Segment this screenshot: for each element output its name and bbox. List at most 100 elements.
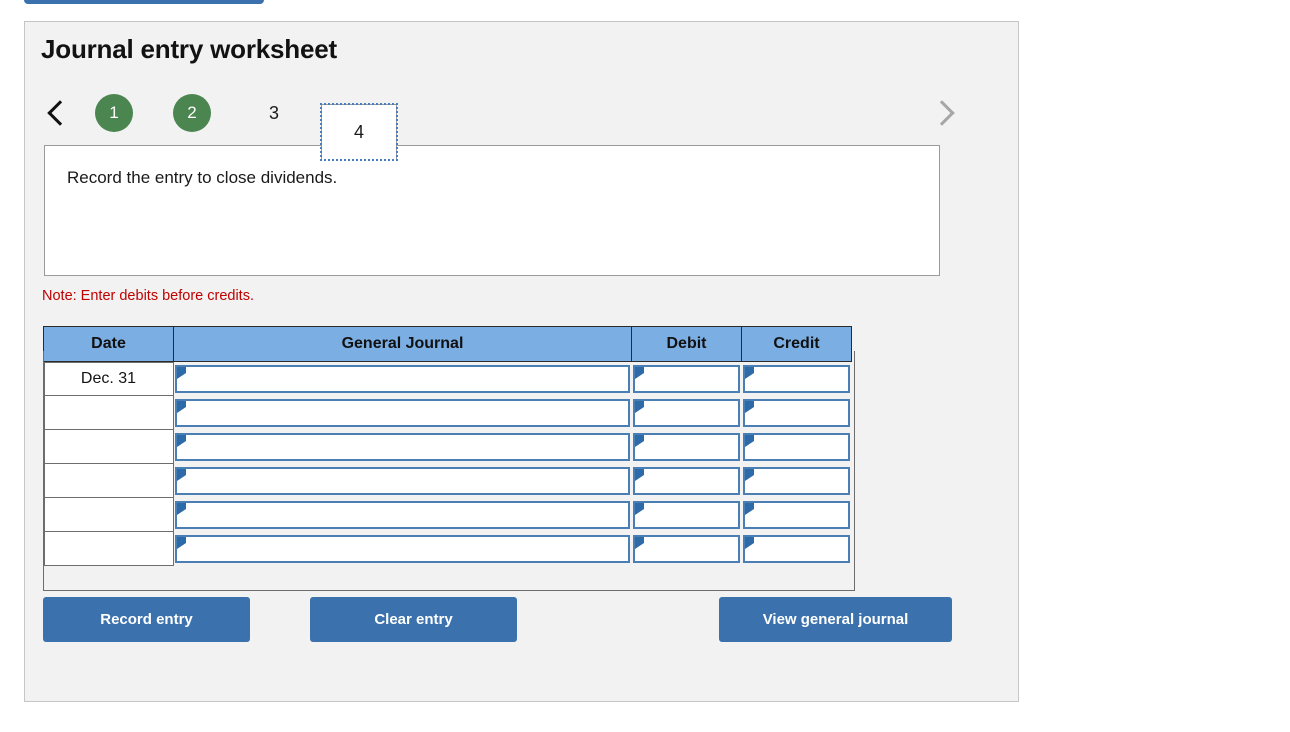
- date-value: [43, 464, 174, 498]
- journal-cell-date: [43, 498, 174, 532]
- journal-input-debit[interactable]: [632, 535, 740, 563]
- dropdown-arrow-icon: [744, 537, 754, 549]
- dropdown-arrow-icon: [176, 367, 186, 379]
- journal-cell-credit: [742, 430, 852, 464]
- journal-row: [43, 430, 852, 464]
- page-title: Journal entry worksheet: [41, 34, 337, 64]
- journal-input-debit[interactable]: [632, 467, 740, 495]
- debits-before-credits-note: Note: Enter debits before credits.: [42, 288, 254, 304]
- step-label: 2: [187, 103, 197, 122]
- dropdown-arrow-icon: [634, 435, 644, 447]
- journal-cell-credit: [742, 498, 852, 532]
- journal-header-row: Date General Journal Debit Credit: [43, 326, 852, 362]
- dropdown-arrow-icon: [176, 537, 186, 549]
- journal-row: [43, 396, 852, 430]
- date-value: [43, 532, 174, 566]
- journal-input-debit[interactable]: [632, 433, 740, 461]
- step-2[interactable]: 2: [173, 94, 211, 132]
- column-header-debit: Debit: [631, 326, 742, 362]
- journal-row: [43, 532, 852, 566]
- journal-cell-date: [43, 430, 174, 464]
- journal-input-credit[interactable]: [742, 365, 850, 393]
- journal-row: Dec. 31: [43, 362, 852, 397]
- prev-step-button[interactable]: [41, 91, 75, 135]
- journal-cell-credit: [742, 362, 852, 397]
- column-header-date: Date: [43, 326, 174, 362]
- dropdown-arrow-icon: [744, 401, 754, 413]
- column-header-general-journal: General Journal: [173, 326, 632, 362]
- step-label: 4: [353, 122, 364, 142]
- dropdown-arrow-icon: [744, 503, 754, 515]
- dropdown-arrow-icon: [634, 401, 644, 413]
- dropdown-arrow-icon: [744, 367, 754, 379]
- journal-input-credit[interactable]: [742, 433, 850, 461]
- clear-entry-button[interactable]: Clear entry: [310, 597, 517, 642]
- journal-cell-debit: [632, 532, 742, 566]
- dropdown-arrow-icon: [744, 469, 754, 481]
- next-step-button[interactable]: [927, 91, 961, 135]
- journal-input-general-journal[interactable]: [174, 501, 630, 529]
- journal-cell-credit: [742, 532, 852, 566]
- journal-input-credit[interactable]: [742, 399, 850, 427]
- journal-input-general-journal[interactable]: [174, 535, 630, 563]
- instruction-box: Record the entry to close dividends.: [44, 145, 940, 276]
- date-value: [43, 430, 174, 464]
- step-label: 3: [268, 102, 279, 123]
- journal-cell-date: [43, 464, 174, 498]
- journal-input-debit[interactable]: [632, 399, 740, 427]
- journal-cell-debit: [632, 464, 742, 498]
- journal-row: [43, 498, 852, 532]
- date-value: [43, 498, 174, 532]
- journal-input-general-journal[interactable]: [174, 399, 630, 427]
- journal-body: Dec. 31: [43, 362, 852, 566]
- instruction-text: Record the entry to close dividends.: [67, 168, 338, 187]
- dropdown-arrow-icon: [634, 537, 644, 549]
- dropdown-arrow-icon: [176, 503, 186, 515]
- journal-cell-credit: [742, 396, 852, 430]
- journal-input-debit[interactable]: [632, 501, 740, 529]
- dropdown-arrow-icon: [634, 503, 644, 515]
- journal-cell-date: Dec. 31: [43, 362, 174, 396]
- dropdown-arrow-icon: [176, 435, 186, 447]
- journal-input-credit[interactable]: [742, 501, 850, 529]
- dropdown-arrow-icon: [634, 367, 644, 379]
- dropdown-arrow-icon: [634, 469, 644, 481]
- step-3[interactable]: 3: [251, 90, 297, 136]
- date-value: [43, 396, 174, 430]
- dropdown-arrow-icon: [176, 401, 186, 413]
- top-partial-button[interactable]: [24, 0, 264, 4]
- journal-input-credit[interactable]: [742, 535, 850, 563]
- journal-cell-date: [43, 532, 174, 566]
- journal-input-general-journal[interactable]: [174, 433, 630, 461]
- journal-cell-gj: [174, 532, 632, 566]
- journal-cell-gj: [174, 430, 632, 464]
- journal-cell-gj: [174, 464, 632, 498]
- journal-cell-gj: [174, 362, 632, 397]
- date-value: Dec. 31: [43, 362, 174, 396]
- dropdown-arrow-icon: [176, 469, 186, 481]
- step-4[interactable]: 4: [320, 103, 398, 161]
- chevron-right-icon: [929, 100, 955, 126]
- journal-input-credit[interactable]: [742, 467, 850, 495]
- journal-input-general-journal[interactable]: [174, 467, 630, 495]
- column-header-credit: Credit: [741, 326, 852, 362]
- screen-root: Journal entry worksheet 1 2 3 4 Record the …: [0, 0, 1290, 732]
- journal-input-general-journal[interactable]: [174, 365, 630, 393]
- journal-cell-gj: [174, 498, 632, 532]
- dropdown-arrow-icon: [744, 435, 754, 447]
- journal-cell-date: [43, 396, 174, 430]
- journal-cell-gj: [174, 396, 632, 430]
- step-label: 1: [109, 103, 119, 122]
- chevron-left-icon: [47, 100, 73, 126]
- journal-row: [43, 464, 852, 498]
- record-entry-button[interactable]: Record entry: [43, 597, 250, 642]
- view-general-journal-button[interactable]: View general journal: [719, 597, 952, 642]
- journal-cell-debit: [632, 430, 742, 464]
- step-1[interactable]: 1: [95, 94, 133, 132]
- journal-input-debit[interactable]: [632, 365, 740, 393]
- journal-table: Date General Journal Debit Credit Dec. 3…: [43, 326, 852, 566]
- journal-cell-debit: [632, 498, 742, 532]
- journal-cell-debit: [632, 396, 742, 430]
- journal-cell-debit: [632, 362, 742, 397]
- journal-cell-credit: [742, 464, 852, 498]
